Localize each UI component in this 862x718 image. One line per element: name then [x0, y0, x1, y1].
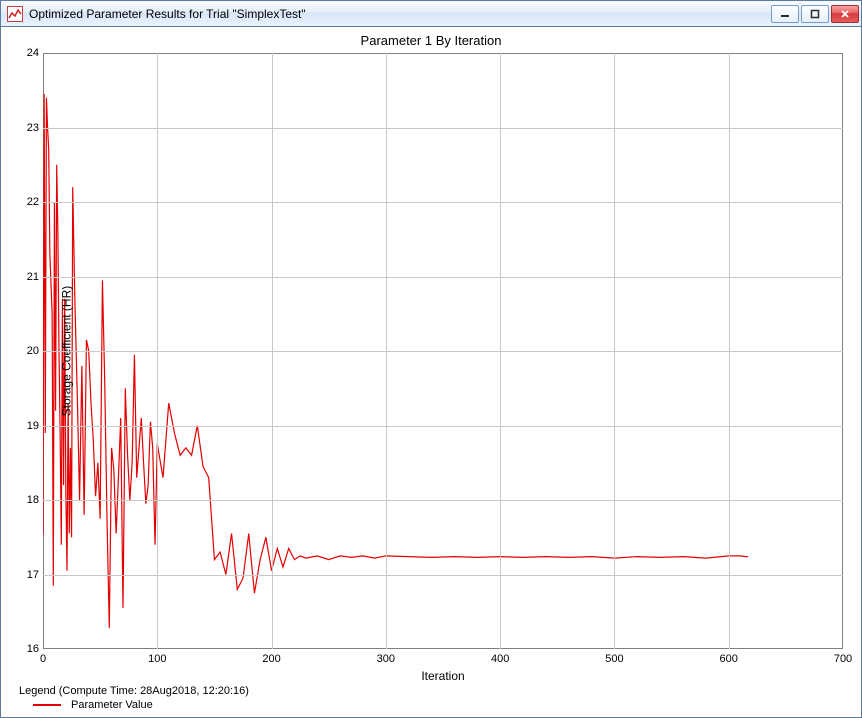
maximize-button[interactable] [801, 5, 829, 23]
legend-title: Legend (Compute Time: 28Aug2018, 12:20:1… [19, 685, 855, 697]
y-tick-label: 23 [13, 122, 39, 134]
window-title: Optimized Parameter Results for Trial "S… [29, 7, 765, 21]
window-frame: Optimized Parameter Results for Trial "S… [0, 0, 862, 718]
grid-line-horizontal [43, 500, 843, 501]
grid-line-vertical [272, 53, 273, 649]
grid-line-horizontal [43, 277, 843, 278]
y-tick-label: 22 [13, 196, 39, 208]
grid-line-vertical [614, 53, 615, 649]
titlebar[interactable]: Optimized Parameter Results for Trial "S… [1, 1, 861, 27]
minimize-button[interactable] [771, 5, 799, 23]
x-tick-label: 700 [834, 653, 852, 665]
grid-line-horizontal [43, 351, 843, 352]
y-tick-label: 16 [13, 643, 39, 655]
x-tick-label: 600 [720, 653, 738, 665]
chart-app-icon [7, 6, 23, 22]
x-tick-label: 500 [605, 653, 623, 665]
x-axis-label: Iteration [43, 669, 843, 683]
grid-line-vertical [157, 53, 158, 649]
y-tick-label: 24 [13, 47, 39, 59]
grid-line-horizontal [43, 128, 843, 129]
chart-area: Parameter 1 By Iteration Storage Coeffic… [1, 27, 861, 681]
x-tick-label: 300 [377, 653, 395, 665]
legend: Legend (Compute Time: 28Aug2018, 12:20:1… [1, 681, 861, 717]
legend-item: Parameter Value [19, 699, 855, 711]
y-tick-label: 17 [13, 569, 39, 581]
x-tick-label: 0 [40, 653, 46, 665]
chart-title: Parameter 1 By Iteration [1, 33, 861, 48]
window-controls [771, 5, 859, 23]
y-tick-label: 20 [13, 345, 39, 357]
legend-swatch [33, 704, 61, 706]
grid-line-vertical [386, 53, 387, 649]
grid-line-horizontal [43, 426, 843, 427]
y-tick-label: 21 [13, 271, 39, 283]
grid-line-horizontal [43, 202, 843, 203]
plot-region: Storage Coefficient (HR) Iteration 16171… [43, 53, 843, 649]
grid-line-horizontal [43, 575, 843, 576]
close-button[interactable] [831, 5, 859, 23]
grid-line-vertical [729, 53, 730, 649]
x-tick-label: 100 [148, 653, 166, 665]
y-tick-label: 18 [13, 494, 39, 506]
legend-item-label: Parameter Value [71, 699, 153, 711]
x-tick-label: 200 [262, 653, 280, 665]
y-tick-label: 19 [13, 420, 39, 432]
grid-line-vertical [500, 53, 501, 649]
x-tick-label: 400 [491, 653, 509, 665]
